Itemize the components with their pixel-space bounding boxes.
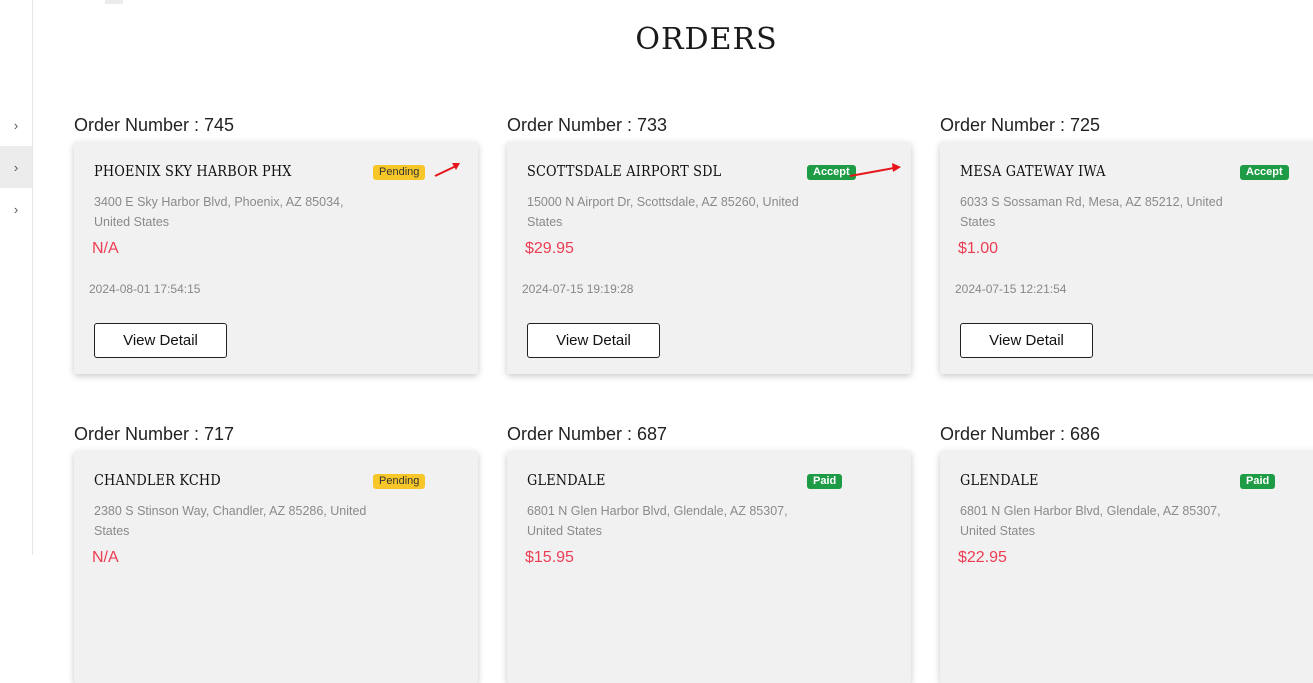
order-number: Order Number : 745 (74, 115, 235, 135)
order-card: GLENDALE Paid 6801 N Glen Harbor Blvd, G… (507, 451, 911, 683)
sidebar-expand-button[interactable]: › (0, 104, 32, 146)
location-address: 6033 S Sossaman Rd, Mesa, AZ 85212, Unit… (960, 195, 1223, 229)
order-number: Order Number : 733 (507, 115, 668, 135)
view-detail-button[interactable]: View Detail (527, 323, 660, 358)
location-name: CHANDLER KCHD (94, 471, 221, 489)
order-card: CHANDLER KCHD Pending 2380 S Stinson Way… (74, 451, 478, 683)
sidebar-expand-button[interactable]: › (0, 146, 32, 188)
view-detail-button[interactable]: View Detail (94, 323, 227, 358)
status-badge: Paid (1240, 474, 1276, 489)
status-badge: Paid (807, 474, 843, 489)
order-block: Order Number : 725 MESA GATEWAY IWA Acce… (940, 114, 1313, 374)
location-name: SCOTTSDALE AIRPORT SDL (527, 162, 722, 180)
status-badge: Pending (373, 165, 426, 180)
location-name: PHOENIX SKY HARBOR PHX (94, 162, 292, 180)
order-price: $29.95 (525, 240, 574, 257)
order-datetime: 2024-07-15 19:19:28 (522, 282, 634, 296)
chevron-right-icon: › (13, 117, 19, 133)
location-address: 6801 N Glen Harbor Blvd, Glendale, AZ 85… (527, 504, 788, 538)
order-card: GLENDALE Paid 6801 N Glen Harbor Blvd, G… (940, 451, 1313, 683)
order-block: Order Number : 687 GLENDALE Paid 6801 N … (507, 423, 911, 683)
order-block: Order Number : 686 GLENDALE Paid 6801 N … (940, 423, 1313, 683)
location-address: 2380 S Stinson Way, Chandler, AZ 85286, … (94, 504, 367, 538)
order-number: Order Number : 725 (940, 115, 1101, 135)
order-card: PHOENIX SKY HARBOR PHX Pending 3400 E Sk… (74, 142, 478, 374)
order-block: Order Number : 745 PHOENIX SKY HARBOR PH… (74, 114, 478, 374)
annotation-arrow-icon (849, 163, 901, 177)
order-price: N/A (92, 549, 119, 566)
location-address: 6801 N Glen Harbor Blvd, Glendale, AZ 85… (960, 504, 1221, 538)
sidebar-expand-button[interactable]: › (0, 188, 32, 230)
order-number: Order Number : 717 (74, 424, 235, 444)
status-badge: Accept (1240, 165, 1289, 180)
order-number: Order Number : 686 (940, 424, 1101, 444)
chevron-right-icon: › (13, 159, 19, 175)
order-block: Order Number : 717 CHANDLER KCHD Pending… (74, 423, 478, 683)
chevron-right-icon: › (13, 201, 19, 217)
order-card: MESA GATEWAY IWA Accept 6033 S Sossaman … (940, 142, 1313, 374)
location-name: GLENDALE (527, 471, 606, 489)
order-number: Order Number : 687 (507, 424, 668, 444)
status-badge: Pending (373, 474, 426, 489)
location-name: MESA GATEWAY IWA (960, 162, 1106, 180)
order-block: Order Number : 733 SCOTTSDALE AIRPORT SD… (507, 114, 911, 374)
order-datetime: 2024-08-01 17:54:15 (89, 282, 201, 296)
order-datetime: 2024-07-15 12:21:54 (955, 282, 1067, 296)
order-price: $1.00 (958, 240, 999, 257)
view-detail-button[interactable]: View Detail (960, 323, 1093, 358)
order-price: $22.95 (958, 549, 1007, 566)
location-address: 3400 E Sky Harbor Blvd, Phoenix, AZ 8503… (94, 195, 344, 229)
top-tab-stub (105, 0, 123, 4)
location-name: GLENDALE (960, 471, 1039, 489)
sidebar: › › › (0, 0, 33, 555)
page-title: ORDERS (635, 22, 778, 57)
order-price: $15.95 (525, 549, 574, 566)
order-price: N/A (92, 240, 119, 257)
location-address: 15000 N Airport Dr, Scottsdale, AZ 85260… (527, 195, 799, 229)
annotation-arrow-icon (434, 163, 460, 177)
